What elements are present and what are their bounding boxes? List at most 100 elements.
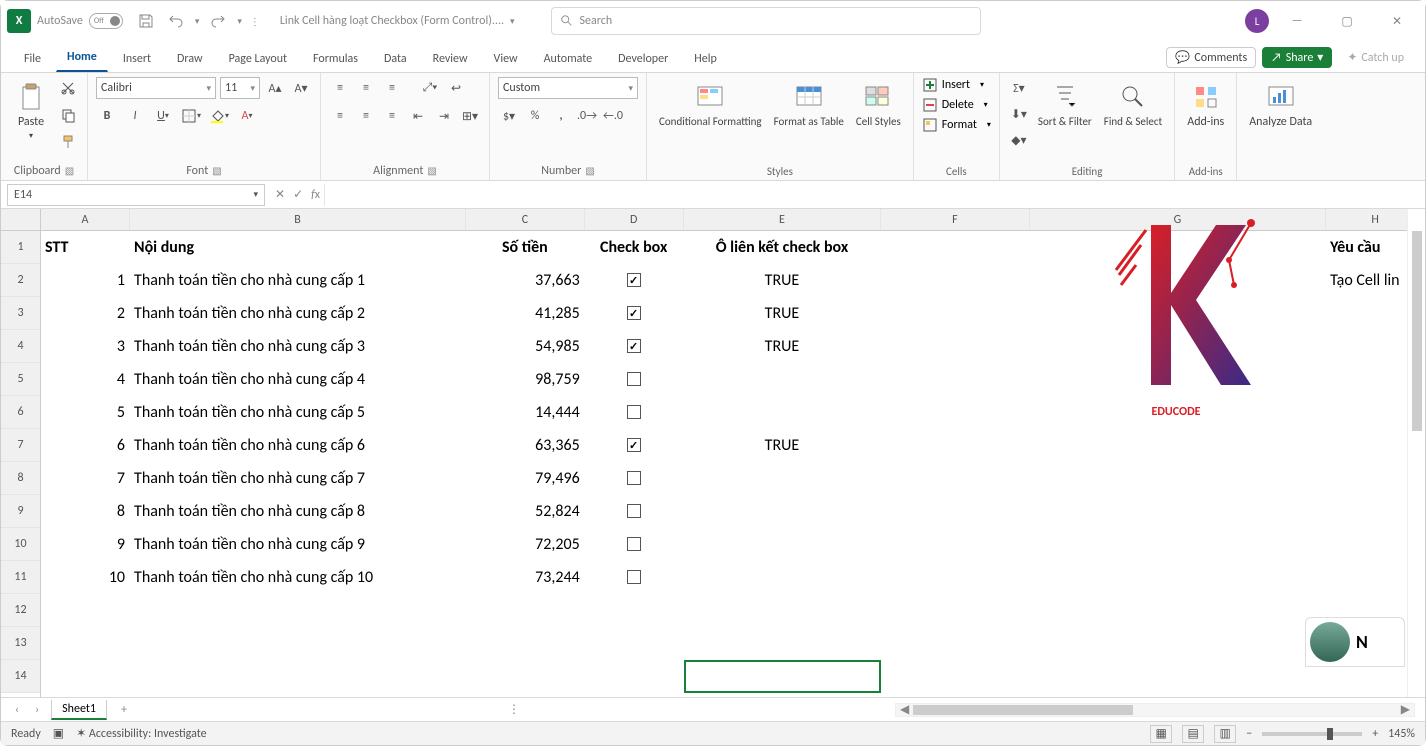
cell[interactable] bbox=[130, 627, 466, 660]
cell[interactable] bbox=[881, 396, 1029, 429]
zoom-in-button[interactable]: + bbox=[1372, 727, 1378, 741]
page-layout-view-icon[interactable]: ▤ bbox=[1182, 725, 1204, 743]
fill-icon[interactable]: ⬇▾ bbox=[1008, 103, 1030, 125]
tab-home[interactable]: Home bbox=[56, 43, 108, 72]
share-button[interactable]: ↗ Share ▾ bbox=[1262, 47, 1332, 68]
redo-icon[interactable] bbox=[207, 10, 229, 32]
cell[interactable]: Thanh toán tiền cho nhà cung cấp 4 bbox=[130, 363, 466, 396]
cell[interactable] bbox=[1030, 231, 1327, 264]
copy-icon[interactable] bbox=[57, 104, 79, 126]
cell[interactable]: Thanh toán tiền cho nhà cung cấp 2 bbox=[130, 297, 466, 330]
cell[interactable] bbox=[1030, 363, 1327, 396]
zoom-slider[interactable] bbox=[1262, 732, 1362, 736]
close-button[interactable]: ✕ bbox=[1375, 6, 1419, 36]
cell[interactable]: TRUE bbox=[684, 330, 882, 363]
cell[interactable] bbox=[684, 528, 882, 561]
cell[interactable] bbox=[585, 297, 684, 330]
cell[interactable]: 52,824 bbox=[466, 495, 585, 528]
normal-view-icon[interactable]: ▦ bbox=[1150, 725, 1172, 743]
percent-icon[interactable]: % bbox=[524, 105, 546, 127]
cell[interactable] bbox=[881, 231, 1029, 264]
avatar[interactable]: L bbox=[1245, 9, 1269, 33]
cell[interactable] bbox=[684, 396, 882, 429]
cell[interactable] bbox=[684, 462, 882, 495]
autosum-icon[interactable]: Σ▾ bbox=[1008, 77, 1030, 99]
align-right-icon[interactable]: ≡ bbox=[381, 105, 403, 127]
increase-indent-icon[interactable]: ⇥ bbox=[433, 105, 455, 127]
cell[interactable] bbox=[585, 528, 684, 561]
cut-icon[interactable] bbox=[57, 77, 79, 99]
checkbox[interactable] bbox=[627, 339, 641, 353]
cell[interactable]: Số tiền bbox=[466, 231, 585, 264]
zoom-level[interactable]: 145% bbox=[1388, 727, 1415, 741]
cell[interactable] bbox=[881, 363, 1029, 396]
col-header-C[interactable]: C bbox=[466, 209, 585, 230]
cell[interactable] bbox=[585, 462, 684, 495]
cell[interactable]: Thanh toán tiền cho nhà cung cấp 1 bbox=[130, 264, 466, 297]
cell[interactable] bbox=[41, 594, 130, 627]
cell[interactable] bbox=[881, 297, 1029, 330]
col-header-F[interactable]: F bbox=[881, 209, 1029, 230]
cell[interactable] bbox=[684, 363, 882, 396]
cell[interactable] bbox=[684, 594, 882, 627]
row-header[interactable]: 1 bbox=[1, 231, 40, 264]
row-header[interactable]: 14 bbox=[1, 660, 40, 693]
toggle-icon[interactable]: Off bbox=[89, 13, 123, 29]
checkbox[interactable] bbox=[627, 372, 641, 386]
checkbox[interactable] bbox=[627, 537, 641, 551]
row-header[interactable]: 6 bbox=[1, 396, 40, 429]
cell[interactable]: Check box bbox=[585, 231, 684, 264]
cell[interactable]: 7 bbox=[41, 462, 130, 495]
cell[interactable] bbox=[585, 660, 684, 693]
align-top-icon[interactable]: ≡ bbox=[329, 77, 351, 99]
checkbox[interactable] bbox=[627, 438, 641, 452]
catch-up-button[interactable]: ✦ Catch up bbox=[1338, 47, 1413, 68]
row-header[interactable]: 11 bbox=[1, 561, 40, 594]
increase-font-icon[interactable]: A▴ bbox=[264, 77, 286, 99]
zoom-out-button[interactable]: − bbox=[1246, 727, 1252, 741]
cell[interactable] bbox=[881, 561, 1029, 594]
align-center-icon[interactable]: ≡ bbox=[355, 105, 377, 127]
tab-developer[interactable]: Developer bbox=[607, 45, 679, 72]
cell[interactable]: 8 bbox=[41, 495, 130, 528]
cell[interactable] bbox=[881, 528, 1029, 561]
undo-icon[interactable] bbox=[165, 10, 187, 32]
align-left-icon[interactable]: ≡ bbox=[329, 105, 351, 127]
tab-review[interactable]: Review bbox=[422, 45, 479, 72]
cell[interactable]: 6 bbox=[41, 429, 130, 462]
cell[interactable] bbox=[585, 429, 684, 462]
col-header-E[interactable]: E bbox=[684, 209, 882, 230]
italic-button[interactable]: I bbox=[124, 105, 146, 127]
cell[interactable] bbox=[684, 495, 882, 528]
cell[interactable] bbox=[585, 594, 684, 627]
row-header[interactable]: 9 bbox=[1, 495, 40, 528]
search-input[interactable]: Search bbox=[551, 7, 981, 35]
col-header-G[interactable]: G bbox=[1030, 209, 1327, 230]
cell[interactable] bbox=[881, 594, 1029, 627]
tab-formulas[interactable]: Formulas bbox=[302, 45, 369, 72]
cell[interactable]: 37,663 bbox=[466, 264, 585, 297]
cell[interactable] bbox=[1030, 660, 1326, 693]
format-as-table-button[interactable]: Format as Table bbox=[770, 77, 848, 132]
row-header[interactable]: 8 bbox=[1, 462, 40, 495]
col-header-B[interactable]: B bbox=[130, 209, 466, 230]
paste-button[interactable]: Paste▾ bbox=[9, 77, 53, 145]
cell[interactable] bbox=[41, 660, 130, 693]
row-header[interactable]: 7 bbox=[1, 429, 40, 462]
row-header[interactable]: 4 bbox=[1, 330, 40, 363]
sheet-tab[interactable]: Sheet1 bbox=[51, 700, 107, 720]
cell[interactable] bbox=[1030, 594, 1327, 627]
cell[interactable]: 1 bbox=[41, 264, 130, 297]
cell[interactable] bbox=[881, 462, 1029, 495]
minimize-button[interactable]: — bbox=[1275, 6, 1319, 36]
cell[interactable]: Nội dung bbox=[130, 231, 466, 264]
number-format-combo[interactable]: Custom▾ bbox=[498, 77, 638, 99]
font-size-combo[interactable]: 11▾ bbox=[220, 77, 260, 99]
sheet-nav-next[interactable]: › bbox=[31, 703, 43, 717]
cell[interactable]: TRUE bbox=[684, 264, 882, 297]
cell[interactable] bbox=[881, 660, 1029, 693]
tab-insert[interactable]: Insert bbox=[112, 45, 162, 72]
cell[interactable]: TRUE bbox=[684, 297, 882, 330]
underline-button[interactable]: U▾ bbox=[152, 105, 174, 127]
tab-help[interactable]: Help bbox=[683, 45, 728, 72]
